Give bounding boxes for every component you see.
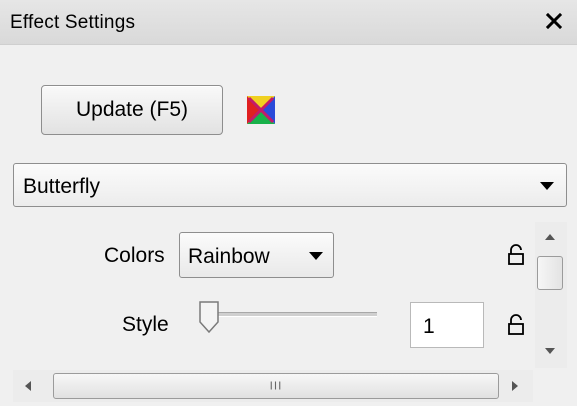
scroll-grip: III <box>269 379 283 393</box>
scroll-up-icon[interactable] <box>545 234 555 241</box>
horizontal-scroll-thumb[interactable]: III <box>53 373 499 399</box>
close-icon <box>546 13 562 29</box>
style-value-field[interactable]: 1 <box>410 302 484 348</box>
horizontal-scrollbar[interactable]: III <box>13 370 533 402</box>
style-value: 1 <box>423 315 435 338</box>
colors-dropdown[interactable]: Rainbow <box>179 232 334 278</box>
scrollbar-corner <box>535 370 567 402</box>
scroll-down-icon[interactable] <box>545 348 555 355</box>
chevron-down-icon <box>309 252 323 260</box>
lock-icon[interactable] <box>507 314 525 336</box>
chevron-down-icon <box>540 182 554 190</box>
scroll-left-icon[interactable] <box>25 381 32 391</box>
style-label: Style <box>122 313 169 336</box>
colors-label: Colors <box>104 244 165 267</box>
title-bar: Effect Settings <box>0 0 577 45</box>
update-button-label: Update (F5) <box>75 98 189 121</box>
effect-dropdown-value: Butterfly <box>23 175 101 198</box>
butterfly-effect-icon[interactable] <box>247 96 275 124</box>
colors-dropdown-value: Rainbow <box>188 245 270 268</box>
style-slider-thumb[interactable] <box>198 300 220 334</box>
effect-dropdown[interactable]: Butterfly <box>13 163 567 207</box>
scroll-right-icon[interactable] <box>511 381 518 391</box>
vertical-scroll-thumb[interactable] <box>537 256 563 290</box>
lock-icon[interactable] <box>507 244 525 266</box>
update-button[interactable]: Update (F5) <box>41 85 223 135</box>
style-slider-track[interactable] <box>201 312 377 317</box>
vertical-scrollbar[interactable] <box>535 222 567 368</box>
window-title: Effect Settings <box>10 12 136 33</box>
close-button[interactable] <box>539 6 569 36</box>
